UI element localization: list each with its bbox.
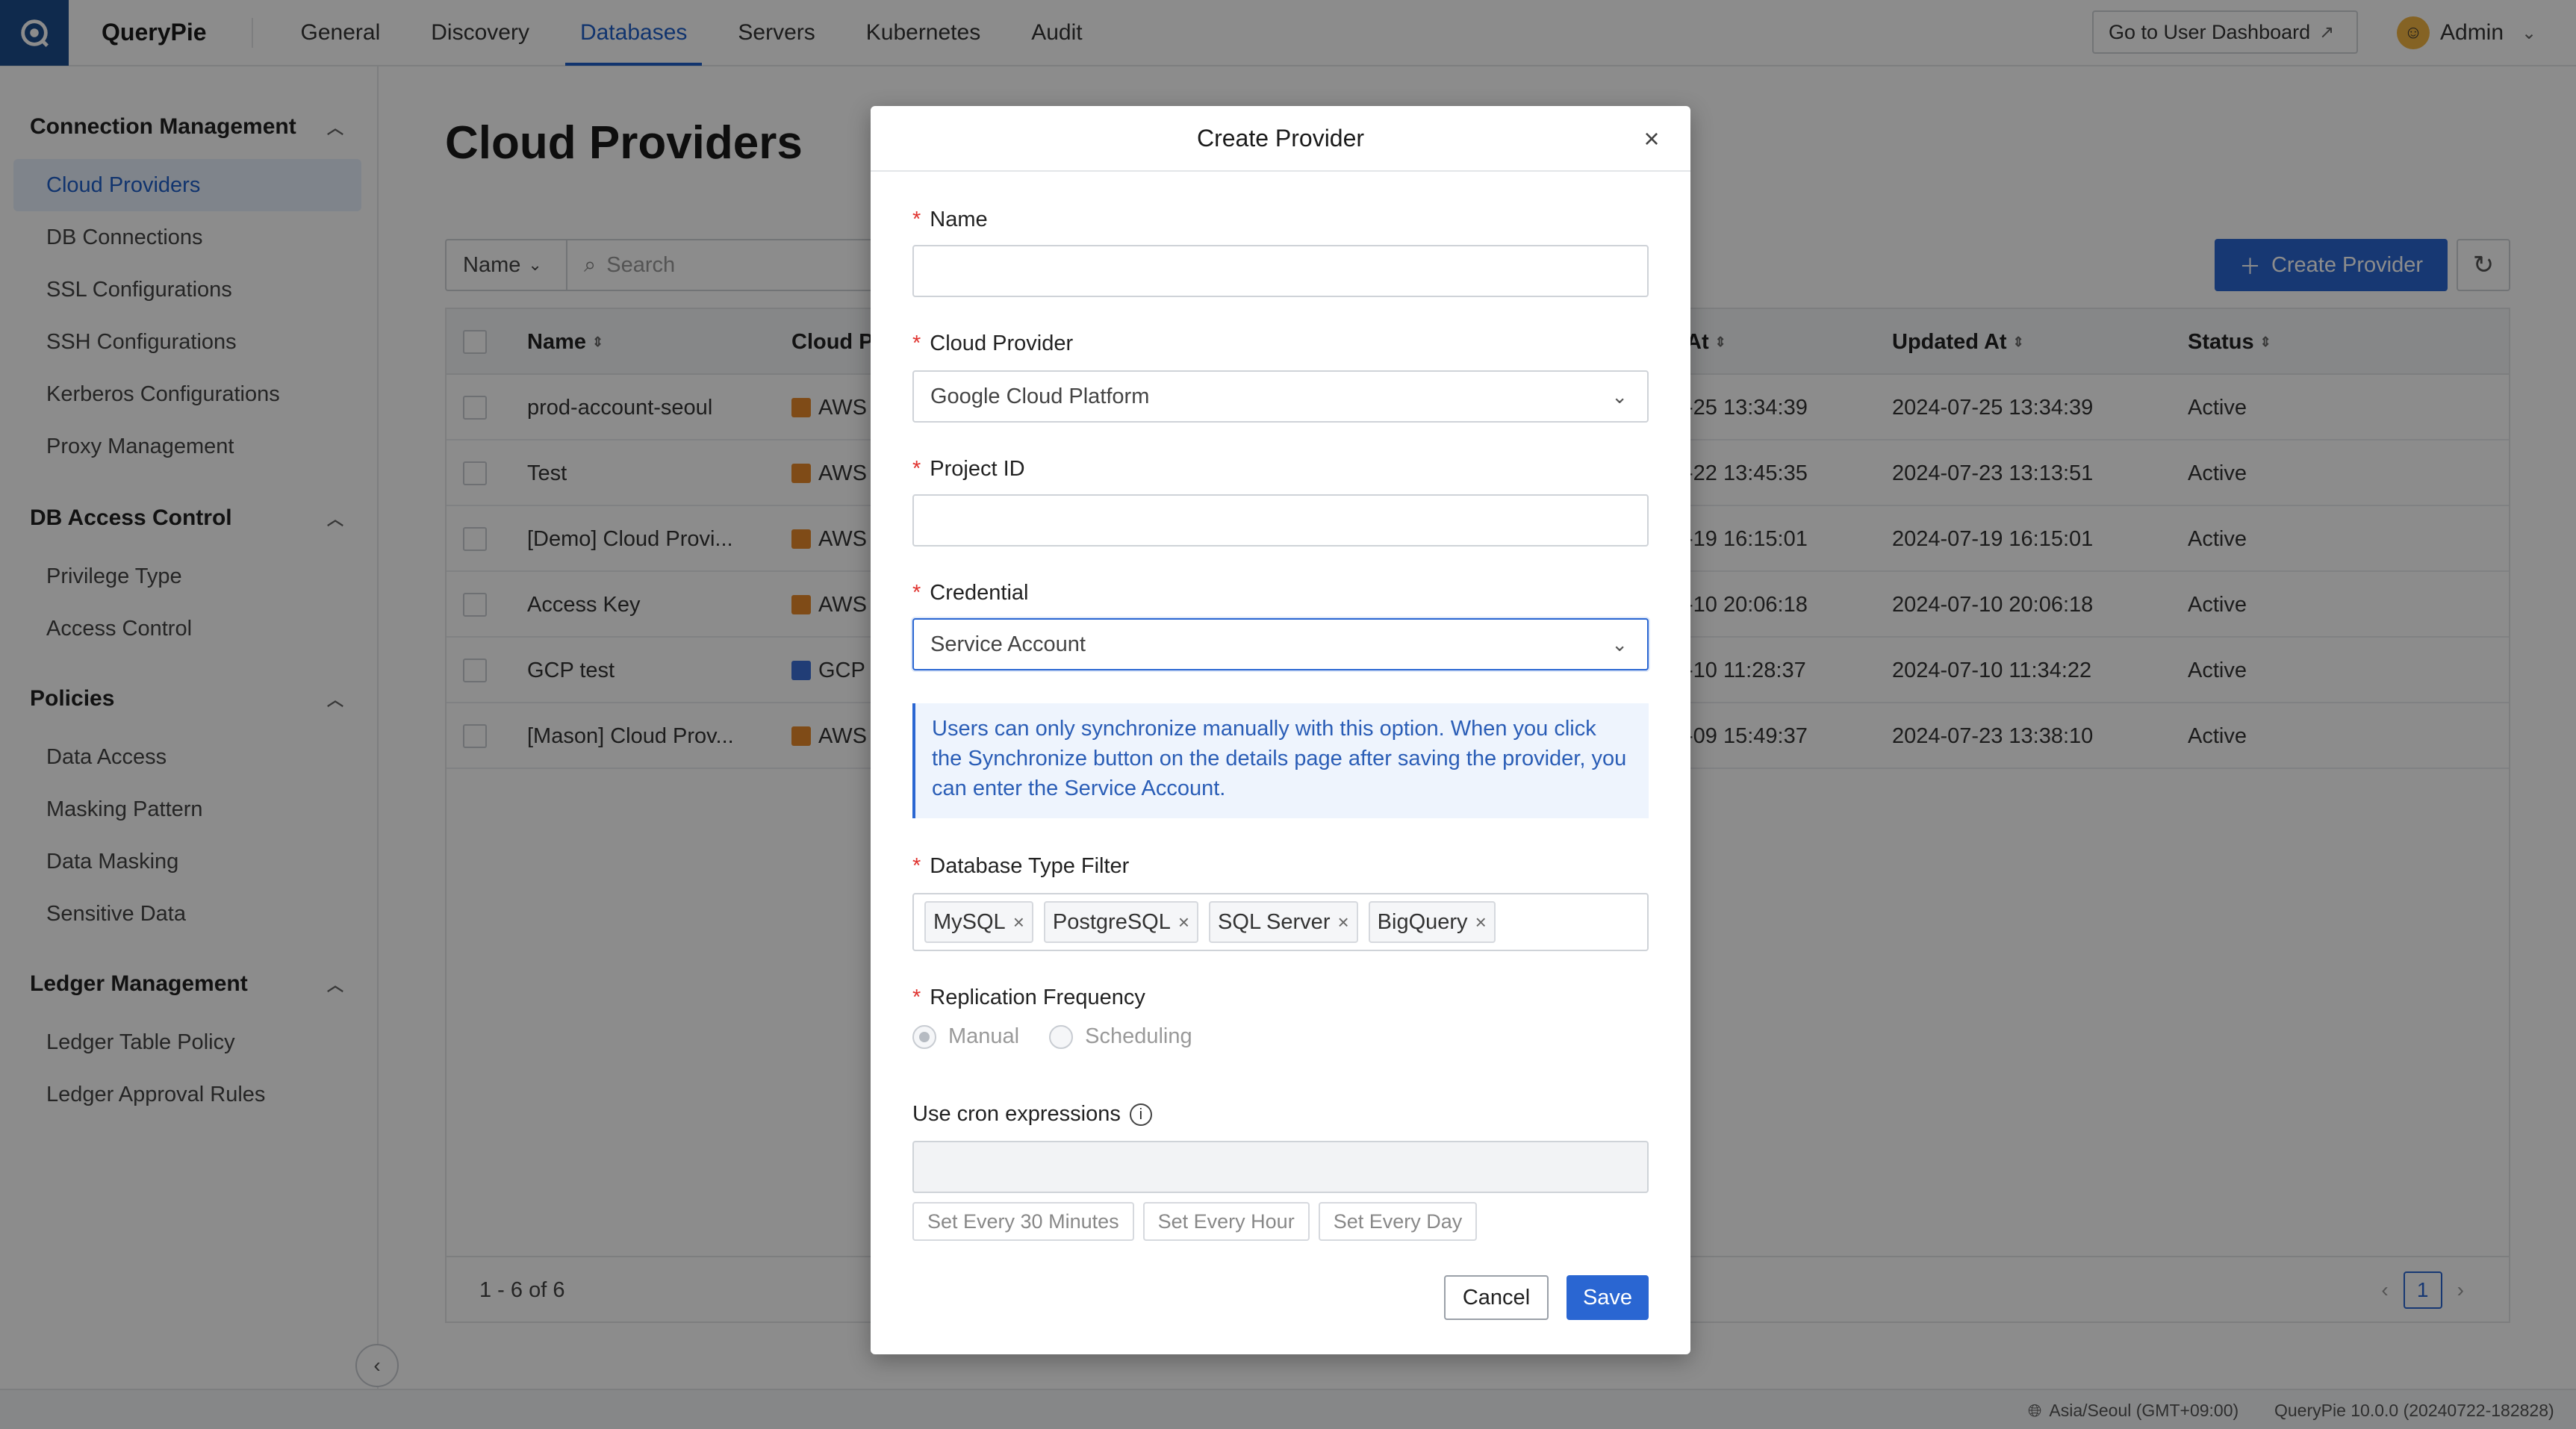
required-asterisk: * — [912, 331, 921, 355]
project-id-field-label: * Project ID — [912, 457, 1025, 482]
info-icon[interactable]: i — [1129, 1103, 1152, 1127]
cron-expression-input[interactable] — [912, 1141, 1649, 1193]
set-every-day-button[interactable]: Set Every Day — [1318, 1202, 1478, 1241]
remove-tag-icon[interactable]: × — [1475, 911, 1487, 934]
cloud-provider-select[interactable]: Google Cloud Platform ⌄ — [912, 370, 1649, 423]
name-input[interactable] — [912, 245, 1649, 297]
required-asterisk: * — [912, 208, 921, 231]
cancel-button[interactable]: Cancel — [1444, 1275, 1549, 1320]
tag-bigquery: BigQuery × — [1368, 901, 1496, 943]
tag-mysql: MySQL × — [924, 901, 1033, 943]
tag-label: SQL Server — [1218, 909, 1331, 934]
label-text: Replication Frequency — [930, 986, 1145, 1009]
dialog-header: Create Provider — [871, 106, 1690, 172]
radio-indicator — [1049, 1024, 1074, 1049]
database-type-filter-label: * Database Type Filter — [912, 854, 1129, 879]
tag-label: BigQuery — [1377, 909, 1468, 934]
set-every-30-minutes-button[interactable]: Set Every 30 Minutes — [912, 1202, 1134, 1241]
chevron-down-icon: ⌄ — [1611, 633, 1628, 656]
required-asterisk: * — [912, 986, 921, 1009]
radio-manual[interactable]: Manual — [912, 1024, 1019, 1049]
label-text: Name — [930, 208, 988, 231]
required-asterisk: * — [912, 457, 921, 481]
credential-select[interactable]: Service Account ⌄ — [912, 618, 1649, 670]
database-type-multiselect[interactable]: MySQL × PostgreSQL × SQL Server × BigQuery × — [912, 893, 1649, 951]
required-asterisk: * — [912, 854, 921, 878]
credential-info-message: Users can only synchronize manually with… — [912, 703, 1649, 818]
replication-frequency-label: * Replication Frequency — [912, 986, 1145, 1010]
cloud-provider-field-label: * Cloud Provider — [912, 331, 1073, 356]
credential-field-label: * Credential — [912, 581, 1028, 605]
save-button[interactable]: Save — [1567, 1275, 1649, 1320]
replication-frequency-group: Manual Scheduling — [912, 1024, 1192, 1049]
dialog-title: Create Provider — [1196, 124, 1365, 152]
credential-value: Service Account — [930, 632, 1086, 656]
radio-scheduling[interactable]: Scheduling — [1049, 1024, 1192, 1049]
label-text: Database Type Filter — [930, 854, 1130, 878]
tag-label: PostgreSQL — [1052, 909, 1171, 934]
cloud-provider-value: Google Cloud Platform — [930, 384, 1150, 408]
label-text: Project ID — [930, 457, 1025, 481]
chevron-down-icon: ⌄ — [1611, 385, 1628, 408]
close-icon[interactable]: × — [1634, 121, 1670, 157]
remove-tag-icon[interactable]: × — [1178, 911, 1189, 934]
label-text: Credential — [930, 581, 1029, 605]
tag-postgresql: PostgreSQL × — [1043, 901, 1199, 943]
tag-sql-server: SQL Server × — [1209, 901, 1358, 943]
set-every-hour-button[interactable]: Set Every Hour — [1142, 1202, 1310, 1241]
radio-label: Manual — [948, 1024, 1020, 1048]
radio-indicator — [912, 1024, 936, 1049]
radio-label: Scheduling — [1085, 1024, 1192, 1048]
label-text: Cloud Provider — [930, 331, 1074, 355]
remove-tag-icon[interactable]: × — [1013, 911, 1024, 934]
cron-expressions-label: Use cron expressions i — [912, 1102, 1152, 1127]
tag-label: MySQL — [933, 909, 1006, 934]
required-asterisk: * — [912, 581, 921, 605]
name-field-label: * Name — [912, 208, 988, 232]
create-provider-dialog: Create Provider × * Name * Cloud Provider … — [871, 106, 1690, 1354]
cron-preset-group: Set Every 30 Minutes Set Every Hour Set … — [912, 1202, 1478, 1241]
remove-tag-icon[interactable]: × — [1337, 911, 1348, 934]
project-id-input[interactable] — [912, 494, 1649, 547]
label-text: Use cron expressions — [912, 1102, 1121, 1126]
